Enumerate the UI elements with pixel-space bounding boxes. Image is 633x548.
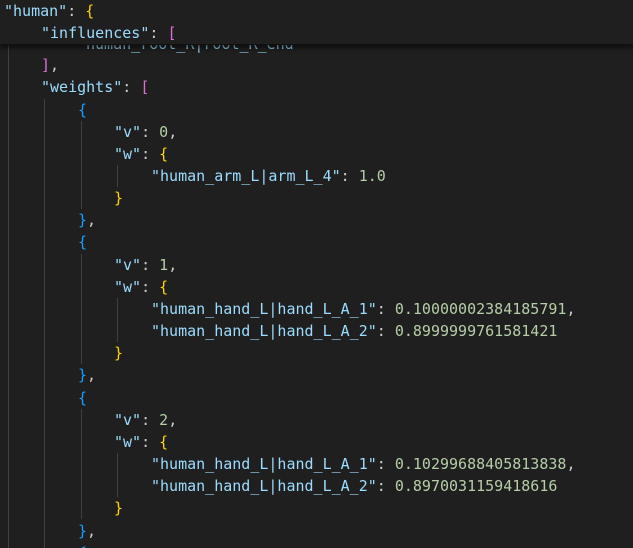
code-line: "w": {: [114, 145, 169, 163]
code-line: {: [78, 233, 88, 251]
json-key: "human_hand_L|hand_L_A_2": [151, 477, 377, 495]
indent-guide: [44, 99, 45, 548]
code-line: "w": {: [114, 433, 169, 451]
json-key: "human": [4, 2, 68, 20]
json-number: 0.10299688405813838: [394, 455, 567, 473]
code-line: {: [78, 389, 88, 407]
code-line: "human_hand_L|hand_L_A_1": 0.10000002384…: [151, 300, 576, 318]
indent-guide: [117, 298, 118, 342]
code-line: "human": {: [4, 2, 95, 20]
sticky-scroll-line-influences[interactable]: "influences": [: [0, 22, 633, 45]
code-line: "human_arm_L|arm_L_4": 1.0: [151, 167, 386, 185]
json-key: "human_hand_L|hand_L_A_1": [151, 300, 377, 318]
code-line: "v": 0,: [114, 123, 178, 141]
code-line: },: [78, 522, 97, 540]
json-number: 0.8970031159418616: [394, 477, 558, 495]
code-line: }: [114, 499, 124, 517]
sticky-scroll-line-human[interactable]: "human": {: [0, 0, 633, 22]
json-key: "human_arm_L|arm_L_4": [151, 167, 341, 185]
json-number: 0.8999999761581421: [394, 322, 558, 340]
code-line: },: [78, 211, 97, 229]
json-number: 1.0: [358, 167, 386, 185]
json-key: "influences": [41, 24, 150, 42]
code-line: "human_hand_L|hand_L_A_1": 0.10299688405…: [151, 455, 576, 473]
json-key: "human_hand_L|hand_L_A_1": [151, 455, 377, 473]
code-line: }: [114, 189, 124, 207]
code-line: "weights": [: [41, 78, 150, 96]
code-line: "v": 1,: [114, 256, 178, 274]
code-line: },: [78, 366, 97, 384]
indent-guide: [117, 165, 118, 187]
json-number: 1: [159, 256, 169, 274]
code-line: ],: [41, 56, 60, 74]
code-line: {: [78, 101, 88, 119]
json-number: 2: [159, 411, 169, 429]
code-line: "influences": [: [41, 24, 177, 42]
code-line: "w": {: [114, 278, 169, 296]
indent-guide: [81, 121, 82, 209]
indent-guide: [81, 409, 82, 519]
json-key: "weights": [41, 78, 123, 96]
code-line: {: [78, 542, 87, 548]
indent-guide: [117, 453, 118, 497]
json-number: 0.10000002384185791: [394, 300, 567, 318]
code-editor[interactable]: human_root_R|root_R_end "human": { "infl…: [0, 0, 633, 548]
code-line: }: [114, 344, 124, 362]
json-number: 0: [159, 123, 169, 141]
code-line: "human_hand_L|hand_L_A_2": 0.89999997615…: [151, 322, 558, 340]
indent-guide: [81, 254, 82, 364]
json-key: "human_hand_L|hand_L_A_2": [151, 322, 377, 340]
indent-guide: [8, 44, 9, 548]
code-line: "human_hand_L|hand_L_A_2": 0.89700311594…: [151, 477, 558, 495]
code-line: "v": 2,: [114, 411, 178, 429]
